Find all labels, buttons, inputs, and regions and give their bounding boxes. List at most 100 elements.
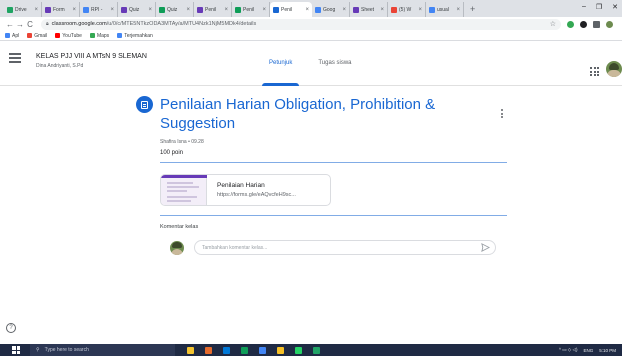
- taskbar-app-icon[interactable]: [223, 346, 230, 354]
- taskbar-app-icon[interactable]: [187, 346, 194, 354]
- url-host: classroom.google.com: [51, 21, 107, 27]
- tab-close-icon[interactable]: ×: [456, 7, 460, 13]
- minimize-icon[interactable]: –: [582, 3, 586, 11]
- tab-title: Goog: [323, 6, 336, 13]
- search-icon: ⚲: [36, 347, 40, 353]
- browser-tab[interactable]: Quiz ×: [156, 2, 194, 17]
- taskbar-app-icon[interactable]: [205, 346, 212, 354]
- bookmark-favicon-icon: [27, 33, 33, 38]
- address-bar[interactable]: 🔒︎ classroom.google.com /u/0/c/MTE5NTkzO…: [41, 18, 561, 30]
- browser-tab[interactable]: Sheet ×: [350, 2, 388, 17]
- assignment-points: 100 poin: [160, 150, 184, 156]
- back-icon[interactable]: ←: [5, 20, 15, 29]
- classroom-header: KELAS PJJ VIII A MTsN 9 SLEMAN Dina Andr…: [0, 41, 622, 86]
- tab-close-icon[interactable]: ×: [342, 7, 346, 13]
- google-apps-icon[interactable]: [590, 67, 599, 76]
- tab-close-icon[interactable]: ×: [305, 7, 309, 13]
- tab-student-work[interactable]: Tugas siswa: [305, 41, 364, 86]
- tab-title: Penil: [205, 6, 217, 13]
- bookmark-item[interactable]: YouTube: [55, 33, 82, 39]
- browser-tab[interactable]: Quiz ×: [118, 2, 156, 17]
- tab-close-icon[interactable]: ×: [34, 7, 38, 13]
- taskbar-app-icon[interactable]: [313, 346, 320, 354]
- browser-tab-strip: Drive × Form × RPI - × Quiz × Quiz × Penil × Penil × P…: [0, 0, 622, 17]
- url-path: /u/0/c/MTE5NTkzODA3MTAy/a/MTU4Nzk1NjM5MD…: [106, 21, 257, 27]
- browser-tab[interactable]: Goog ×: [312, 2, 350, 17]
- system-tray: ^ ▭ ◇ ◁) ENG 5:10 PM: [559, 347, 622, 353]
- tab-title: Form: [53, 6, 65, 13]
- reload-icon[interactable]: C: [25, 20, 35, 29]
- browser-tab[interactable]: Form ×: [42, 2, 80, 17]
- bookmark-favicon-icon: [5, 33, 10, 38]
- restore-icon[interactable]: ❐: [596, 3, 602, 11]
- comment-input[interactable]: [194, 240, 496, 255]
- send-icon[interactable]: [481, 243, 490, 252]
- browser-tab[interactable]: usual ×: [426, 2, 464, 17]
- help-icon[interactable]: ?: [6, 323, 16, 333]
- reading-list-icon[interactable]: [593, 20, 600, 28]
- bookmark-favicon-icon: [117, 33, 123, 38]
- tab-favicon-icon: [121, 6, 127, 13]
- divider: [160, 215, 507, 216]
- attachment-url: https://forms.gle/eAQvcfeH9sc...: [217, 192, 296, 198]
- windows-start-icon[interactable]: [12, 346, 20, 354]
- new-tab-button[interactable]: +: [470, 2, 475, 17]
- bookmarks-bar: Apl Gmail YouTube Maps Terjemahkan: [0, 31, 622, 41]
- taskbar-app-icon[interactable]: [259, 346, 266, 354]
- tray-icons[interactable]: ^ ▭ ◇ ◁): [559, 347, 578, 353]
- bookmark-label: YouTube: [62, 32, 82, 39]
- menu-icon[interactable]: [9, 53, 21, 65]
- class-title[interactable]: KELAS PJJ VIII A MTsN 9 SLEMAN: [36, 53, 147, 60]
- clock[interactable]: 5:10 PM: [599, 348, 616, 353]
- tab-instructions[interactable]: Petunjuk: [256, 41, 305, 86]
- more-options-icon[interactable]: [501, 109, 504, 118]
- taskbar-app-icon[interactable]: [277, 346, 284, 354]
- browser-tab[interactable]: Penil ×: [270, 2, 312, 17]
- tab-close-icon[interactable]: ×: [380, 7, 384, 13]
- account-avatar[interactable]: [606, 61, 622, 77]
- lock-icon: 🔒︎: [46, 21, 49, 27]
- extension-icon[interactable]: [567, 20, 574, 28]
- class-teacher: Dina Andriyanti, S.Pd: [36, 63, 84, 69]
- taskbar-app-icon[interactable]: [295, 346, 302, 354]
- tab-favicon-icon: [273, 6, 279, 13]
- bookmark-item[interactable]: Terjemahkan: [117, 33, 153, 39]
- tab-title: Penil: [243, 6, 255, 13]
- tab-close-icon[interactable]: ×: [262, 7, 266, 13]
- tab-close-icon[interactable]: ×: [186, 7, 190, 13]
- bookmark-label: Terjemahkan: [124, 32, 153, 39]
- bookmark-item[interactable]: Maps: [89, 32, 110, 39]
- divider: [160, 162, 507, 163]
- tab-favicon-icon: [45, 6, 51, 13]
- bookmark-label: Apl: [12, 32, 20, 39]
- taskbar-app-icon[interactable]: [241, 346, 248, 354]
- close-window-icon[interactable]: ✕: [612, 3, 618, 11]
- taskbar-search[interactable]: ⚲ Type here to search: [30, 344, 175, 356]
- browser-tab[interactable]: Penil ×: [232, 2, 270, 17]
- extensions-area: [567, 20, 613, 28]
- tab-favicon-icon: [315, 6, 321, 13]
- bookmark-label: Maps: [96, 32, 110, 39]
- tab-close-icon[interactable]: ×: [110, 7, 114, 13]
- browser-tab[interactable]: RPI - ×: [80, 2, 118, 17]
- attachment-card[interactable]: Penilaian Harian https://forms.gle/eAQvc…: [160, 174, 331, 206]
- bookmark-item[interactable]: Gmail: [27, 33, 47, 39]
- bookmark-item[interactable]: Apl: [5, 33, 19, 39]
- profile-avatar-icon[interactable]: [606, 20, 613, 28]
- tab-close-icon[interactable]: ×: [148, 7, 152, 13]
- bookmark-star-icon[interactable]: ☆: [550, 20, 556, 28]
- tab-close-icon[interactable]: ×: [224, 7, 228, 13]
- browser-tab[interactable]: (5) W ×: [388, 2, 426, 17]
- browser-tab[interactable]: Drive ×: [4, 2, 42, 17]
- browser-tab[interactable]: Penil ×: [194, 2, 232, 17]
- tab-close-icon[interactable]: ×: [72, 7, 76, 13]
- tab-close-icon[interactable]: ×: [418, 7, 422, 13]
- puzzle-icon[interactable]: [580, 20, 587, 28]
- tab-favicon-icon: [429, 6, 435, 13]
- language-indicator[interactable]: ENG: [583, 348, 593, 353]
- browser-toolbar: ← → C 🔒︎ classroom.google.com /u/0/c/MTE…: [0, 17, 622, 31]
- taskbar-apps: [187, 346, 320, 354]
- tab-title: Sheet: [361, 6, 375, 13]
- forward-icon[interactable]: →: [15, 20, 25, 29]
- tab-favicon-icon: [159, 6, 165, 13]
